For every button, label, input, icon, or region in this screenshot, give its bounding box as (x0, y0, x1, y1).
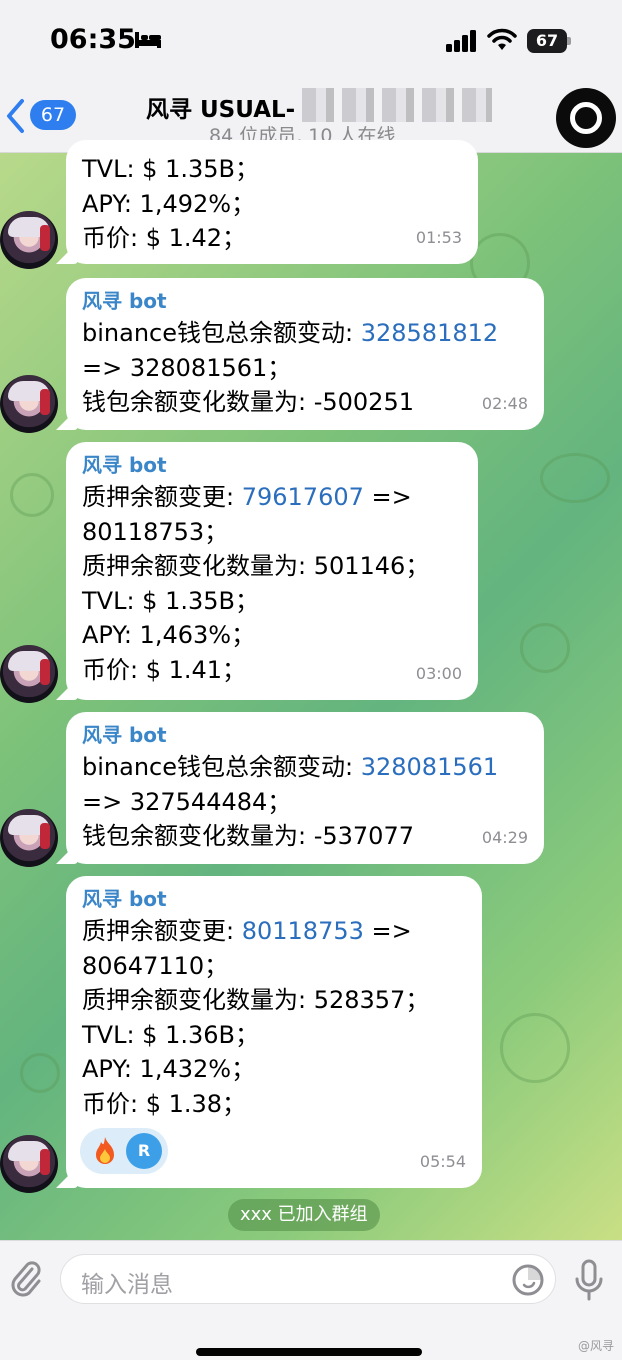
message-line: 钱包余额变化数量为: -537077 (82, 822, 414, 851)
message-time: 03:00 (415, 664, 462, 684)
cellular-signal-icon (446, 30, 476, 52)
top-bar: 06:35 67 67 风寻 USUAL- 84 位成员, 10 人在线 (0, 0, 622, 153)
doodle-decoration (520, 623, 570, 673)
message-line: 质押余额变化数量为: 501146； (82, 552, 430, 581)
sender-name[interactable]: 风寻 bot (82, 450, 464, 480)
message-text: 质押余额变更: (82, 917, 242, 945)
balance-link[interactable]: 328081561 (361, 753, 498, 781)
avatar-accent (40, 1149, 50, 1175)
join-notice: xxx 已加入群组 (228, 1199, 380, 1231)
message-line: 币价: $ 1.41； (82, 655, 247, 684)
avatar-accent (40, 659, 50, 685)
sleep-focus-icon (135, 32, 161, 48)
stake-link[interactable]: 79617607 (242, 483, 364, 511)
balance-link[interactable]: 328581812 (361, 319, 498, 347)
redacted-title-mosaic (302, 88, 492, 122)
message-bubble[interactable]: 风寻 bot 质押余额变更: 80118753 => 80647110； 质押余… (56, 876, 482, 1188)
message-line: 质押余额变化数量为: 528357； (82, 986, 430, 1015)
message-text: binance钱包总余额变动: (82, 753, 361, 781)
sender-name[interactable]: 风寻 bot (82, 720, 530, 750)
status-time: 06:35 (50, 24, 136, 55)
sender-avatar[interactable] (0, 645, 58, 703)
sender-avatar[interactable] (0, 211, 58, 269)
reaction-fire[interactable]: R (80, 1127, 168, 1174)
message-bubble[interactable]: 风寻 bot 质押余额变更: 79617607 => 80118753； 质押余… (56, 442, 478, 700)
home-indicator (196, 1348, 422, 1356)
input-placeholder: 输入消息 (81, 1272, 173, 1298)
back-button[interactable]: 67 (4, 96, 76, 136)
group-logo-ring (570, 102, 602, 134)
battery-indicator: 67 (527, 29, 571, 53)
avatar-accent (40, 823, 50, 849)
reaction-user-avatar: R (126, 1132, 162, 1169)
sender-avatar[interactable] (0, 809, 58, 867)
message-bubble[interactable]: 风寻 bot binance钱包总余额变动: 328581812 => 3280… (56, 278, 544, 430)
message-line: APY: 1,463%； (82, 621, 256, 650)
microphone-icon[interactable] (574, 1259, 604, 1301)
battery-level: 67 (527, 29, 567, 53)
message-line: TVL: $ 1.35B； (82, 155, 259, 183)
message-line: 币价: $ 1.38； (82, 1089, 247, 1118)
doodle-decoration (500, 1013, 570, 1083)
avatar-accent (40, 225, 50, 251)
stake-link[interactable]: 80118753 (242, 917, 364, 945)
unread-count-badge: 67 (30, 100, 76, 130)
message-line: => 327544484； (82, 787, 292, 816)
message-text: 质押余额变更: (82, 483, 242, 511)
message-line: 质押余额变更: 80118753 => (82, 914, 468, 949)
message-line: 钱包余额变化数量为: -500251 (82, 388, 414, 417)
doodle-decoration (20, 1053, 60, 1093)
message-bubble[interactable]: TVL: $ 1.35B； APY: 1,492%； 币价: $ 1.42； 0… (56, 140, 478, 264)
message-input[interactable]: 输入消息 (60, 1254, 556, 1304)
message-text: => (363, 917, 412, 945)
message-line: => 328081561； (82, 353, 292, 382)
message-line: APY: 1,432%； (82, 1055, 256, 1084)
group-avatar[interactable] (556, 88, 616, 148)
message-line: 质押余额变更: 79617607 => (82, 480, 464, 515)
message-line: 80118753； (82, 517, 229, 546)
message-line: APY: 1,492%； (82, 189, 256, 218)
chevron-left-icon (7, 99, 24, 133)
sender-name[interactable]: 风寻 bot (82, 884, 468, 914)
message-text: binance钱包总余额变动: (82, 319, 361, 347)
message-bubble[interactable]: 风寻 bot binance钱包总余额变动: 328081561 => 3275… (56, 712, 544, 864)
battery-tip (567, 37, 571, 45)
message-time: 01:53 (415, 228, 462, 248)
doodle-decoration (540, 453, 610, 503)
message-text: => (363, 483, 412, 511)
sender-name[interactable]: 风寻 bot (82, 286, 530, 316)
wifi-icon (487, 28, 517, 50)
message-line: 币价: $ 1.42； (82, 224, 247, 253)
message-time: 04:29 (481, 828, 528, 848)
message-line: binance钱包总余额变动: 328081561 (82, 750, 530, 785)
message-time: 05:54 (419, 1152, 466, 1172)
reactions-row: R (80, 1127, 468, 1174)
sticker-icon[interactable] (511, 1263, 545, 1297)
paperclip-icon[interactable] (8, 1259, 44, 1299)
message-line: binance钱包总余额变动: 328581812 (82, 316, 530, 351)
message-line: 80647110； (82, 951, 229, 980)
message-time: 02:48 (481, 394, 528, 414)
message-line: TVL: $ 1.36B； (82, 1020, 259, 1049)
message-line: TVL: $ 1.35B； (82, 586, 259, 615)
watermark: @风寻 (577, 1339, 614, 1353)
message-input-bar: 输入消息 @风寻 (0, 1240, 622, 1360)
sender-avatar[interactable] (0, 375, 58, 433)
fire-icon (96, 1136, 114, 1164)
chat-title[interactable]: 风寻 USUAL- (146, 90, 295, 124)
avatar-accent (40, 389, 50, 415)
sender-avatar[interactable] (0, 1135, 58, 1193)
doodle-decoration (10, 473, 54, 517)
